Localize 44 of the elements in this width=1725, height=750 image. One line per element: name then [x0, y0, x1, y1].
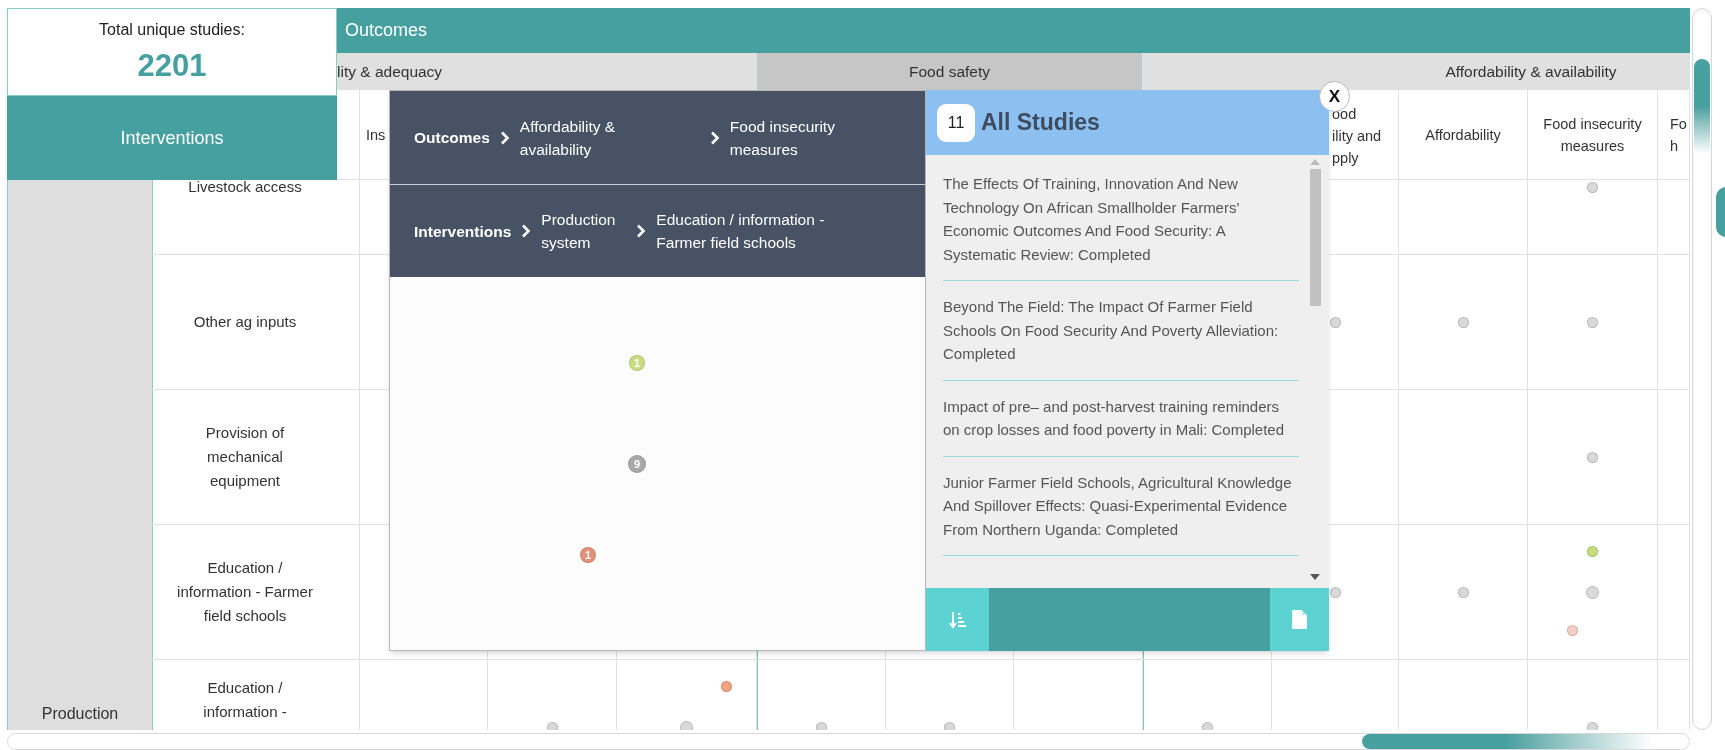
scrollbar-thumb[interactable]	[1694, 59, 1710, 154]
row-label: Other ag inputs	[193, 312, 297, 332]
group-label: Production	[41, 704, 119, 724]
study-link[interactable]: Beyond The Field: The Impact Of Farmer Field Schools On Food Security And Poverty Alleviation: Completed	[943, 295, 1299, 381]
document-button[interactable]	[1270, 588, 1329, 651]
horizontal-scrollbar[interactable]	[7, 733, 1690, 750]
chevron-right-icon	[521, 224, 532, 238]
breadcrumb-item[interactable]: Education / information - Farmer field schools	[656, 208, 857, 254]
sort-icon	[948, 610, 967, 629]
breadcrumb-item[interactable]: Food insecurity measures	[729, 114, 880, 161]
interventions-header: Interventions	[7, 96, 337, 180]
column-header[interactable]: Affordability	[1399, 90, 1528, 180]
chevron-right-icon	[709, 130, 720, 145]
chevron-right-icon	[636, 224, 647, 238]
column-header[interactable]	[337, 90, 360, 180]
category-header: Affordability & availability	[1143, 53, 1690, 90]
breadcrumb-root[interactable]: Outcomes	[414, 126, 490, 149]
category-header: lity & adequacy	[337, 53, 757, 90]
studies-title: All Studies	[981, 108, 1100, 138]
summary-label: Total unique studies:	[99, 20, 245, 40]
document-icon	[1292, 610, 1307, 629]
vertical-scrollbar[interactable]	[1692, 8, 1712, 730]
scrollbar-thumb[interactable]	[1362, 734, 1652, 749]
study-link[interactable]: Impact of pre– and post-harvest training reminders on crop losses and food poverty in Mali: Completed	[943, 394, 1299, 457]
row-label: Education / information -	[202, 678, 288, 722]
study-link[interactable]: Junior Farmer Field Schools, Agricultural Knowledge And Spillover Effects: Quasi-Experimental Evidence From Northern Uganda: Completed	[943, 470, 1299, 556]
column-header[interactable]: Food insecurity measures	[1528, 90, 1658, 180]
breadcrumb-item[interactable]: Affordability & availability	[519, 114, 700, 161]
scroll-up-icon	[1310, 159, 1320, 165]
breadcrumb-item[interactable]: Production system	[541, 208, 627, 254]
breadcrumb-root[interactable]: Interventions	[414, 219, 512, 243]
row-label: Education / information - Farmer field schools	[177, 558, 313, 626]
sort-button[interactable]	[926, 588, 989, 651]
scroll-down-icon	[1310, 574, 1320, 580]
outcomes-header: Outcomes	[337, 8, 1690, 53]
count-badge: 11	[937, 103, 975, 142]
row-label: Livestock access	[188, 180, 302, 197]
column-header[interactable]: Fo h	[1658, 90, 1690, 180]
summary-count: 2201	[137, 47, 207, 85]
category-header: Food safety	[757, 53, 1143, 90]
row-label: Provision of mechanical equipment	[204, 423, 286, 491]
study-link[interactable]: The Effects Of Training, Innovation And New Technology On African Smallholder Farmers' Economic Outcomes And Food Security: A Systematic Review: Completed	[943, 172, 1299, 281]
chevron-right-icon	[499, 130, 510, 145]
scrollbar-thumb[interactable]	[1310, 169, 1321, 306]
